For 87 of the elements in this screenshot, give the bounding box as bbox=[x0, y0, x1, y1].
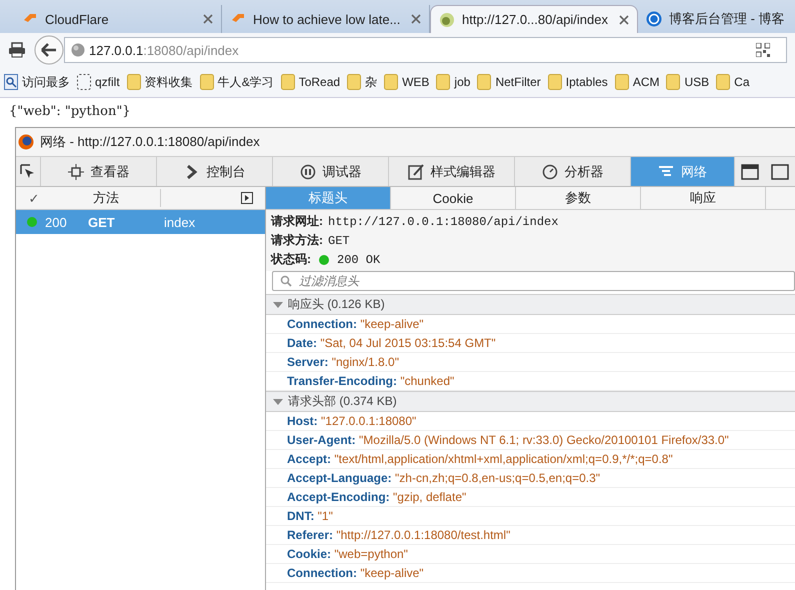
header-row: DNT: "1" bbox=[266, 507, 795, 526]
devtools-tab[interactable]: 样式编辑器 bbox=[389, 157, 515, 186]
folder-icon bbox=[126, 74, 141, 90]
browser-logo-icon bbox=[18, 134, 34, 150]
folder-icon bbox=[716, 74, 730, 90]
header-row: User-Agent: "Mozilla/5.0 (Windows NT 6.1; rv:33.0) Gecko/20100101 Firefox/33.0" bbox=[266, 431, 795, 450]
summary-label: 请求网址: bbox=[271, 213, 323, 230]
section-header[interactable]: 响应头 (0.126 KB) bbox=[266, 294, 795, 315]
header-row: Accept: "text/html,application/xhtml+xml,application/xml;q=0.9,*/*;q=0.8" bbox=[266, 450, 795, 469]
qr-code-icon[interactable] bbox=[756, 43, 770, 57]
section-header[interactable]: 请求头部 (0.374 KB) bbox=[266, 391, 795, 412]
summary-label: 状态码: bbox=[271, 251, 311, 268]
header-row: Host: "127.0.0.1:18080" bbox=[266, 412, 795, 431]
folder-icon bbox=[614, 74, 629, 90]
folder-icon bbox=[200, 74, 214, 90]
tab-title: 博客后台管理 - 博客 bbox=[669, 10, 785, 28]
folder-icon bbox=[280, 74, 295, 90]
bookmark[interactable]: ACM bbox=[614, 74, 660, 90]
detail-tab[interactable]: Cookie bbox=[391, 187, 516, 209]
bookmark[interactable]: Iptables bbox=[548, 74, 608, 90]
folder-icon bbox=[347, 74, 362, 90]
bookmark[interactable]: ToRead bbox=[280, 74, 340, 90]
folder-icon bbox=[548, 74, 562, 90]
bookmark[interactable]: 访问最多 bbox=[4, 74, 70, 90]
header-row: Date: "Sat, 04 Jul 2015 03:15:54 GMT" bbox=[266, 334, 795, 353]
filter-field[interactable]: 过滤消息头 bbox=[272, 271, 795, 291]
page-text: {"web": "python"} bbox=[9, 104, 132, 121]
devtools-tab[interactable]: 调试器 bbox=[273, 157, 389, 186]
detail-tab[interactable]: 参数 bbox=[516, 187, 641, 209]
folder-icon bbox=[436, 74, 450, 90]
header-row: Cookie: "web=python" bbox=[266, 545, 795, 564]
browser-tab[interactable]: http://127.0...80/api/index bbox=[430, 5, 638, 33]
header-row: Connection: "keep-alive" bbox=[266, 315, 795, 334]
window-title: 网络 - http://127.0.0.1:18080/api/index bbox=[40, 133, 260, 151]
bookmark[interactable]: 资料收集 bbox=[126, 74, 193, 90]
gauge-icon bbox=[542, 164, 558, 180]
page-favicon-icon bbox=[439, 12, 455, 28]
panel-icon bbox=[771, 164, 789, 180]
box-icon bbox=[68, 164, 84, 180]
print-icon[interactable] bbox=[8, 42, 26, 58]
summary-label: 请求方法: bbox=[271, 232, 323, 249]
request-method: GET bbox=[88, 214, 116, 230]
bookmark[interactable]: Ca bbox=[716, 74, 750, 90]
collapse-pane-icon[interactable] bbox=[241, 192, 253, 204]
column-header[interactable]: 方法 bbox=[52, 189, 161, 207]
devtools-tab[interactable]: 控制台 bbox=[157, 157, 273, 186]
bookmark[interactable]: 牛人&学习 bbox=[200, 74, 274, 90]
header-row: Server: "nginx/1.8.0" bbox=[266, 353, 795, 372]
file-name: index bbox=[164, 214, 196, 230]
site-favicon-icon bbox=[646, 11, 662, 27]
bookmark[interactable]: job bbox=[436, 74, 470, 90]
pointer-icon bbox=[20, 164, 36, 180]
terminal-icon bbox=[741, 164, 759, 180]
bookmark[interactable]: 杂 bbox=[347, 74, 378, 90]
bookmark[interactable]: qzfilt bbox=[77, 74, 120, 90]
edit-icon bbox=[408, 164, 424, 180]
status-code: 200 bbox=[45, 214, 68, 230]
address-field[interactable]: 127.0.0.1:18080/api/index bbox=[64, 37, 787, 63]
pause-icon bbox=[300, 164, 316, 180]
browser-tab[interactable]: 博客后台管理 - 博客 bbox=[638, 5, 785, 33]
header-row: Accept-Encoding: "gzip, deflate" bbox=[266, 488, 795, 507]
close-icon[interactable] bbox=[411, 14, 421, 24]
close-icon[interactable] bbox=[203, 14, 213, 24]
bookmark[interactable]: NetFilter bbox=[477, 74, 541, 90]
globe-icon bbox=[71, 43, 85, 57]
tab-title: CloudFlare bbox=[45, 12, 110, 26]
folder-icon bbox=[666, 74, 680, 90]
folder-icon bbox=[477, 74, 492, 90]
summary-value: http://127.0.0.1:18080/api/index bbox=[328, 214, 558, 228]
summary-value: 200 OK bbox=[337, 252, 380, 266]
tab-title: http://127.0...80/api/index bbox=[462, 12, 609, 27]
summary-value: GET bbox=[328, 234, 350, 248]
header-row: Connection: "keep-alive" bbox=[266, 564, 795, 583]
header-row: Referer: "http://127.0.0.1:18080/test.html" bbox=[266, 526, 795, 545]
bookmark[interactable]: WEB bbox=[384, 74, 430, 90]
dashed-box-icon bbox=[77, 74, 91, 90]
folder-icon bbox=[384, 74, 398, 90]
back-icon[interactable] bbox=[34, 35, 64, 65]
header-row: Accept-Language: "zh-cn,zh;q=0.8,en-us;q=0.5,en;q=0.3" bbox=[266, 469, 795, 488]
tab-title: How to achieve low late... bbox=[253, 12, 402, 26]
bookmark[interactable]: USB bbox=[666, 74, 710, 90]
search-icon bbox=[280, 275, 292, 287]
column-header: ✓ bbox=[28, 190, 40, 206]
bookmark-list-icon bbox=[4, 74, 18, 90]
detail-tab[interactable]: 响应 bbox=[641, 187, 766, 209]
devtools-tab[interactable]: 查看器 bbox=[41, 157, 157, 186]
close-icon[interactable] bbox=[619, 14, 629, 24]
